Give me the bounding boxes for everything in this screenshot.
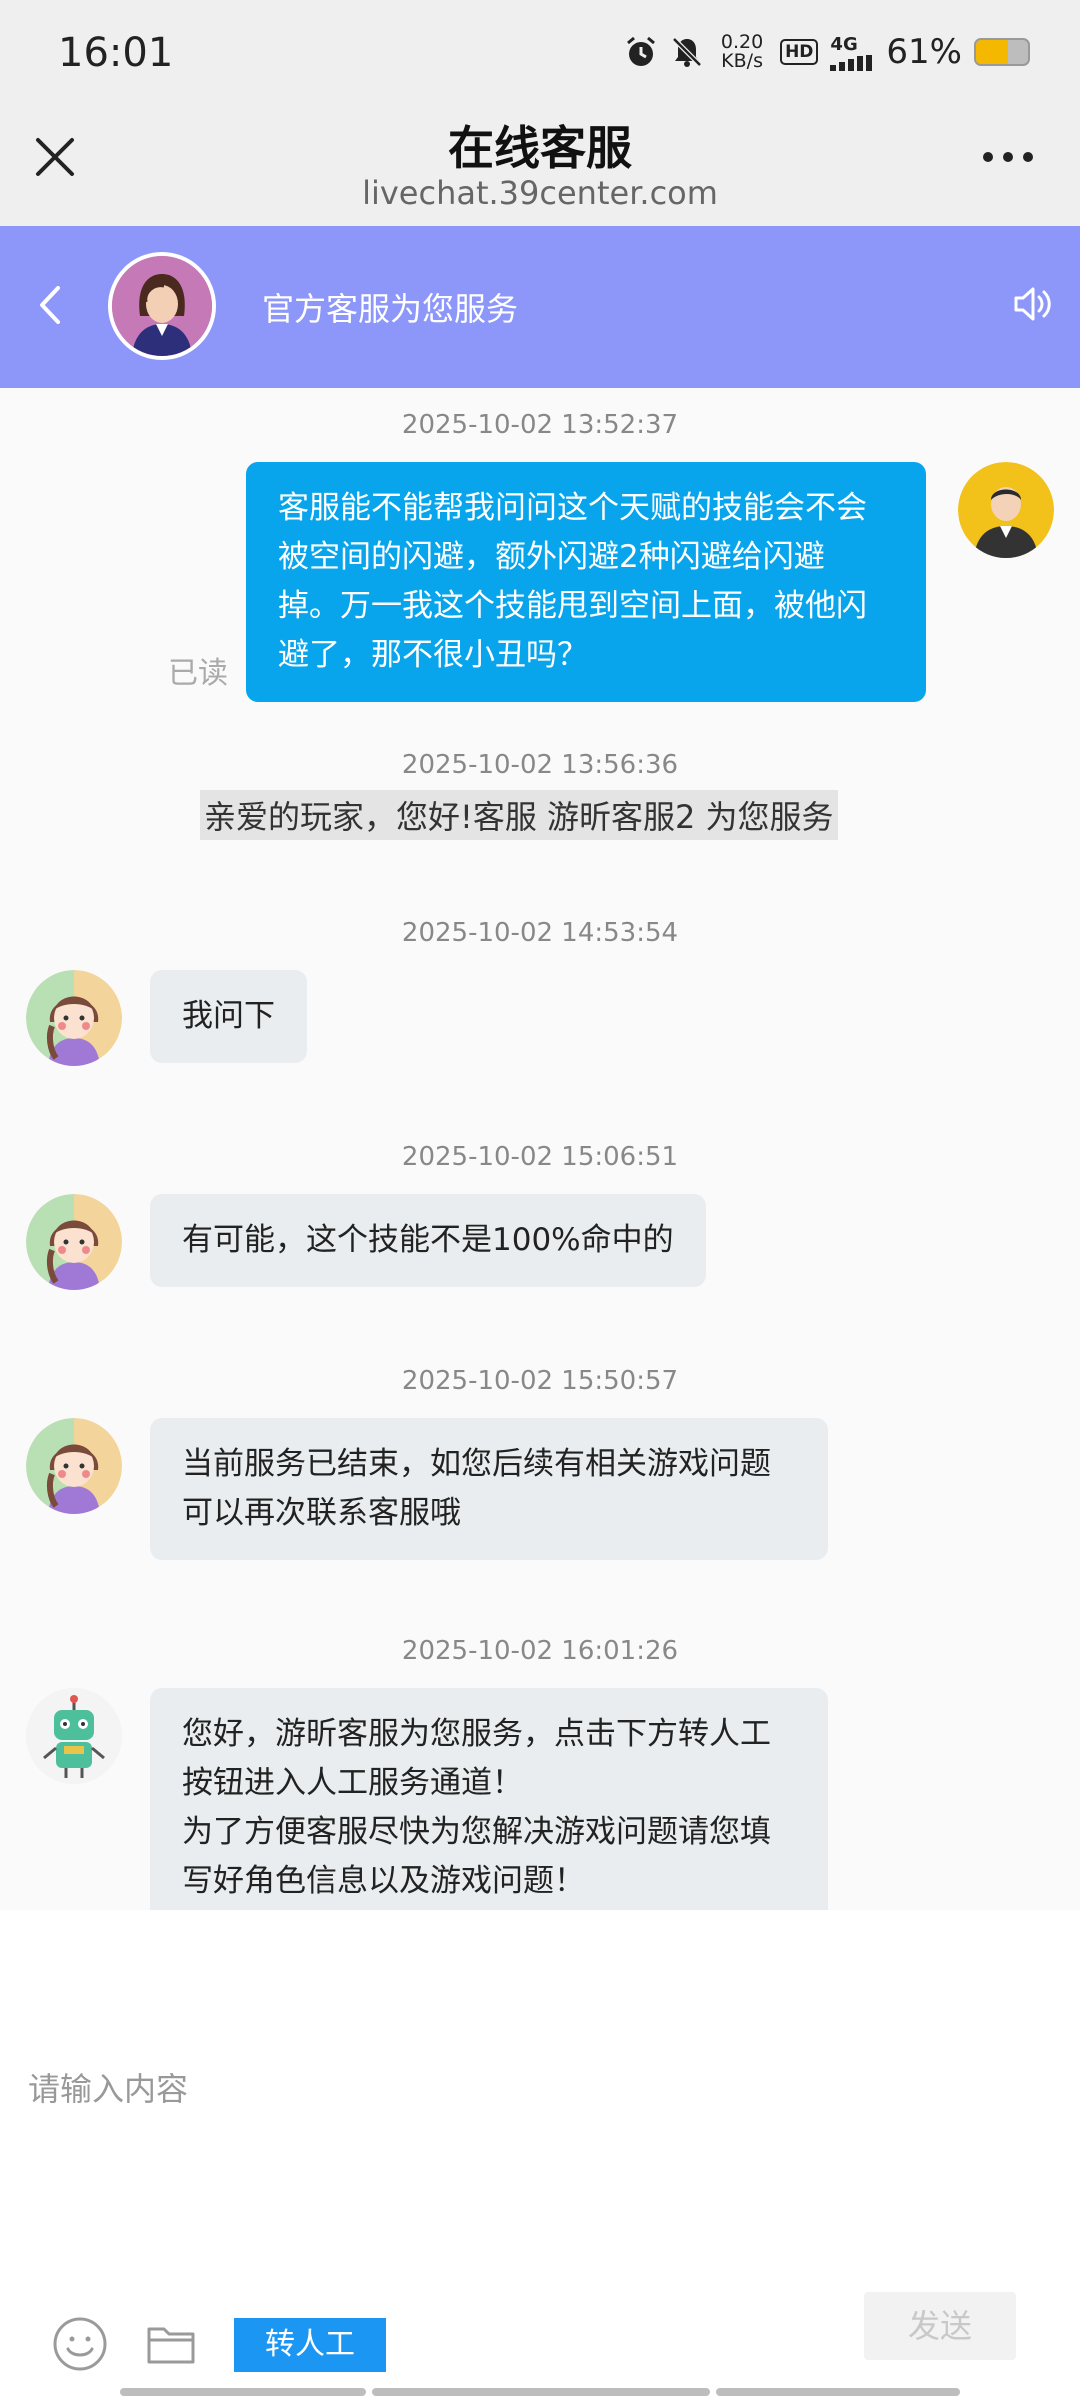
more-icon[interactable] [976,142,1040,172]
back-icon[interactable] [30,280,70,330]
emoji-icon[interactable] [52,2316,108,2372]
message-timestamp: 2025-10-02 16:01:26 [401,1636,679,1666]
signal-indicator: 4G [830,34,874,71]
user-avatar-image [958,462,1054,558]
network-speed: 0.20 KB/s [716,33,768,71]
user-avatar [958,462,1054,558]
bot-message[interactable]: 您好，游昕客服为您服务，点击下方转人工 按钮进入人工服务通道！ 为了方便客服尽快… [150,1688,828,1910]
message-timestamp: 2025-10-02 13:52:37 [401,410,679,440]
nav-handle [716,2388,960,2396]
nav-handle [120,2388,366,2396]
system-message: 亲爱的玩家，您好!客服 游昕客服2 为您服务 [200,790,838,840]
bot-avatar [26,1688,122,1784]
agent-message-avatar [26,1418,122,1514]
agent-message-avatar [26,970,122,1066]
girl-avatar-image [26,1418,122,1514]
mute-icon [672,37,702,67]
outgoing-message[interactable]: 客服能不能帮我问问这个天赋的技能会不会 被空间的闪避，额外闪避2种闪避给闪避 掉… [246,462,926,702]
more-dot [983,152,993,162]
signal-icon [830,54,873,71]
message-list[interactable]: 2025-10-02 13:52:37 客服能不能帮我问问这个天赋的技能会不会 … [0,388,1080,1910]
message-timestamp: 2025-10-02 13:56:36 [401,750,679,780]
more-dot [1003,152,1013,162]
chat-header-title: 官方客服为您服务 [262,290,519,328]
battery-fill [976,40,1008,64]
read-status: 已读 [168,656,228,691]
robot-avatar-image [26,1688,122,1784]
transfer-to-human-button[interactable]: 转人工 [234,2318,386,2372]
incoming-message[interactable]: 我问下 [150,970,307,1063]
page-title: 在线客服 [448,121,632,175]
speaker-icon[interactable] [1010,282,1054,326]
girl-avatar-image [26,1194,122,1290]
agent-avatar-image [112,256,212,356]
status-bar: 16:01 0.20 KB/s HD 4G 61% [0,0,1080,102]
agent-avatar [108,252,216,360]
network-type: 4G [830,33,858,55]
message-timestamp: 2025-10-02 15:50:57 [401,1366,679,1396]
message-timestamp: 2025-10-02 14:53:54 [401,918,679,948]
girl-avatar-image [26,970,122,1066]
chat-header: 官方客服为您服务 [0,226,1080,388]
message-timestamp: 2025-10-02 15:06:51 [401,1142,679,1172]
incoming-message[interactable]: 有可能，这个技能不是100%命中的 [150,1194,706,1287]
agent-message-avatar [26,1194,122,1290]
status-icons: 0.20 KB/s HD 4G 61% [624,32,1030,72]
incoming-message[interactable]: 当前服务已结束，如您后续有相关游戏问题 可以再次联系客服哦 [150,1418,828,1560]
hd-badge: HD [780,39,819,65]
alarm-icon [627,36,656,66]
nav-handle [372,2388,710,2396]
more-dot [1023,152,1033,162]
title-bar: 在线客服 livechat.39center.com [0,102,1080,226]
send-button[interactable]: 发送 [864,2292,1016,2360]
folder-icon[interactable] [146,2322,196,2366]
speed-unit: KB/s [721,50,763,72]
status-time: 16:01 [58,30,174,76]
message-input[interactable] [28,2070,1028,2108]
page-url: livechat.39center.com [362,174,718,212]
battery-percent: 61% [886,32,962,72]
battery-icon [974,38,1030,66]
